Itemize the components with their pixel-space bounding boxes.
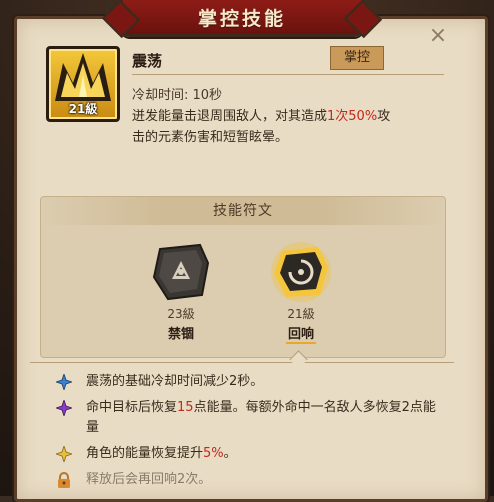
- effect-text-part: 震荡的基础冷却时间减少2秒。: [86, 374, 264, 389]
- rune-effects-list: 震荡的基础冷却时间减少2秒。 命中目标后恢复15点能量。每额外命中一名敌人多恢复…: [54, 372, 436, 496]
- lock-icon: [56, 472, 72, 488]
- golden-crown-spikes-icon: 21級: [46, 46, 120, 122]
- purple-star-icon: [54, 398, 74, 418]
- effect-text: 震荡的基础冷却时间减少2秒。: [86, 372, 263, 392]
- title-banner: 掌控技能: [101, 0, 383, 39]
- effect-text-part: 。: [223, 446, 237, 461]
- skill-type-badge: 掌控: [330, 46, 384, 70]
- dark-stone-rune-icon: [150, 241, 212, 303]
- effect-text-part: 命中目标后恢复: [86, 400, 178, 415]
- rune-name-selected: 回响: [285, 323, 316, 344]
- desc-highlight: 1次50%: [327, 109, 378, 124]
- rune-name: 禁锢: [167, 327, 194, 342]
- effect-text: 命中目标后恢复15点能量。每额外命中一名敌人多恢复2点能量: [86, 398, 436, 438]
- effect-text: 释放后会再回响2次。: [86, 470, 211, 490]
- rune-level: 21級: [287, 307, 315, 321]
- blue-star-icon: [54, 372, 74, 392]
- close-icon[interactable]: ×: [428, 25, 448, 47]
- effect-highlight: 5%: [203, 446, 224, 461]
- divider: [30, 362, 454, 363]
- effect-text: 角色的能量恢复提升5%。: [86, 444, 237, 464]
- skill-level: 21級: [68, 102, 98, 116]
- glowing-swirl-rune-icon: [270, 241, 332, 303]
- effect-item: 震荡的基础冷却时间减少2秒。: [54, 372, 436, 392]
- rune-section: 技能符文 23級 禁锢 21級 回响: [40, 196, 446, 358]
- desc-text: 攻: [377, 109, 391, 124]
- divider: [132, 74, 444, 75]
- skill-cooldown: 冷却时间: 10秒: [132, 88, 223, 103]
- gold-star-icon: [54, 444, 74, 464]
- skill-name: 震荡: [132, 52, 163, 70]
- effect-item: 命中目标后恢复15点能量。每额外命中一名敌人多恢复2点能量: [54, 398, 436, 438]
- page-title: 掌控技能: [197, 7, 286, 30]
- rune-item-禁锢[interactable]: 23級 禁锢: [141, 241, 221, 342]
- effect-text-part: 释放后会再回响2次。: [86, 472, 212, 487]
- effect-item-locked: 释放后会再回响2次。: [56, 470, 436, 490]
- desc-text: 击的元素伤害和短暂眩晕。: [132, 130, 289, 145]
- rune-level: 23級: [167, 307, 195, 321]
- effect-text-part: 角色的能量恢复提升: [86, 446, 204, 461]
- skill-description: 迸发能量击退周围敌人，对其造成1次50%攻 击的元素伤害和短暂眩晕。: [132, 106, 450, 148]
- desc-text: 迸发能量击退周围敌人，对其造成: [132, 109, 328, 124]
- rune-section-title: 技能符文: [41, 197, 445, 225]
- effect-item: 角色的能量恢复提升5%。: [54, 444, 436, 464]
- rune-item-回响[interactable]: 21級 回响: [261, 241, 341, 344]
- effect-highlight: 15: [177, 400, 194, 415]
